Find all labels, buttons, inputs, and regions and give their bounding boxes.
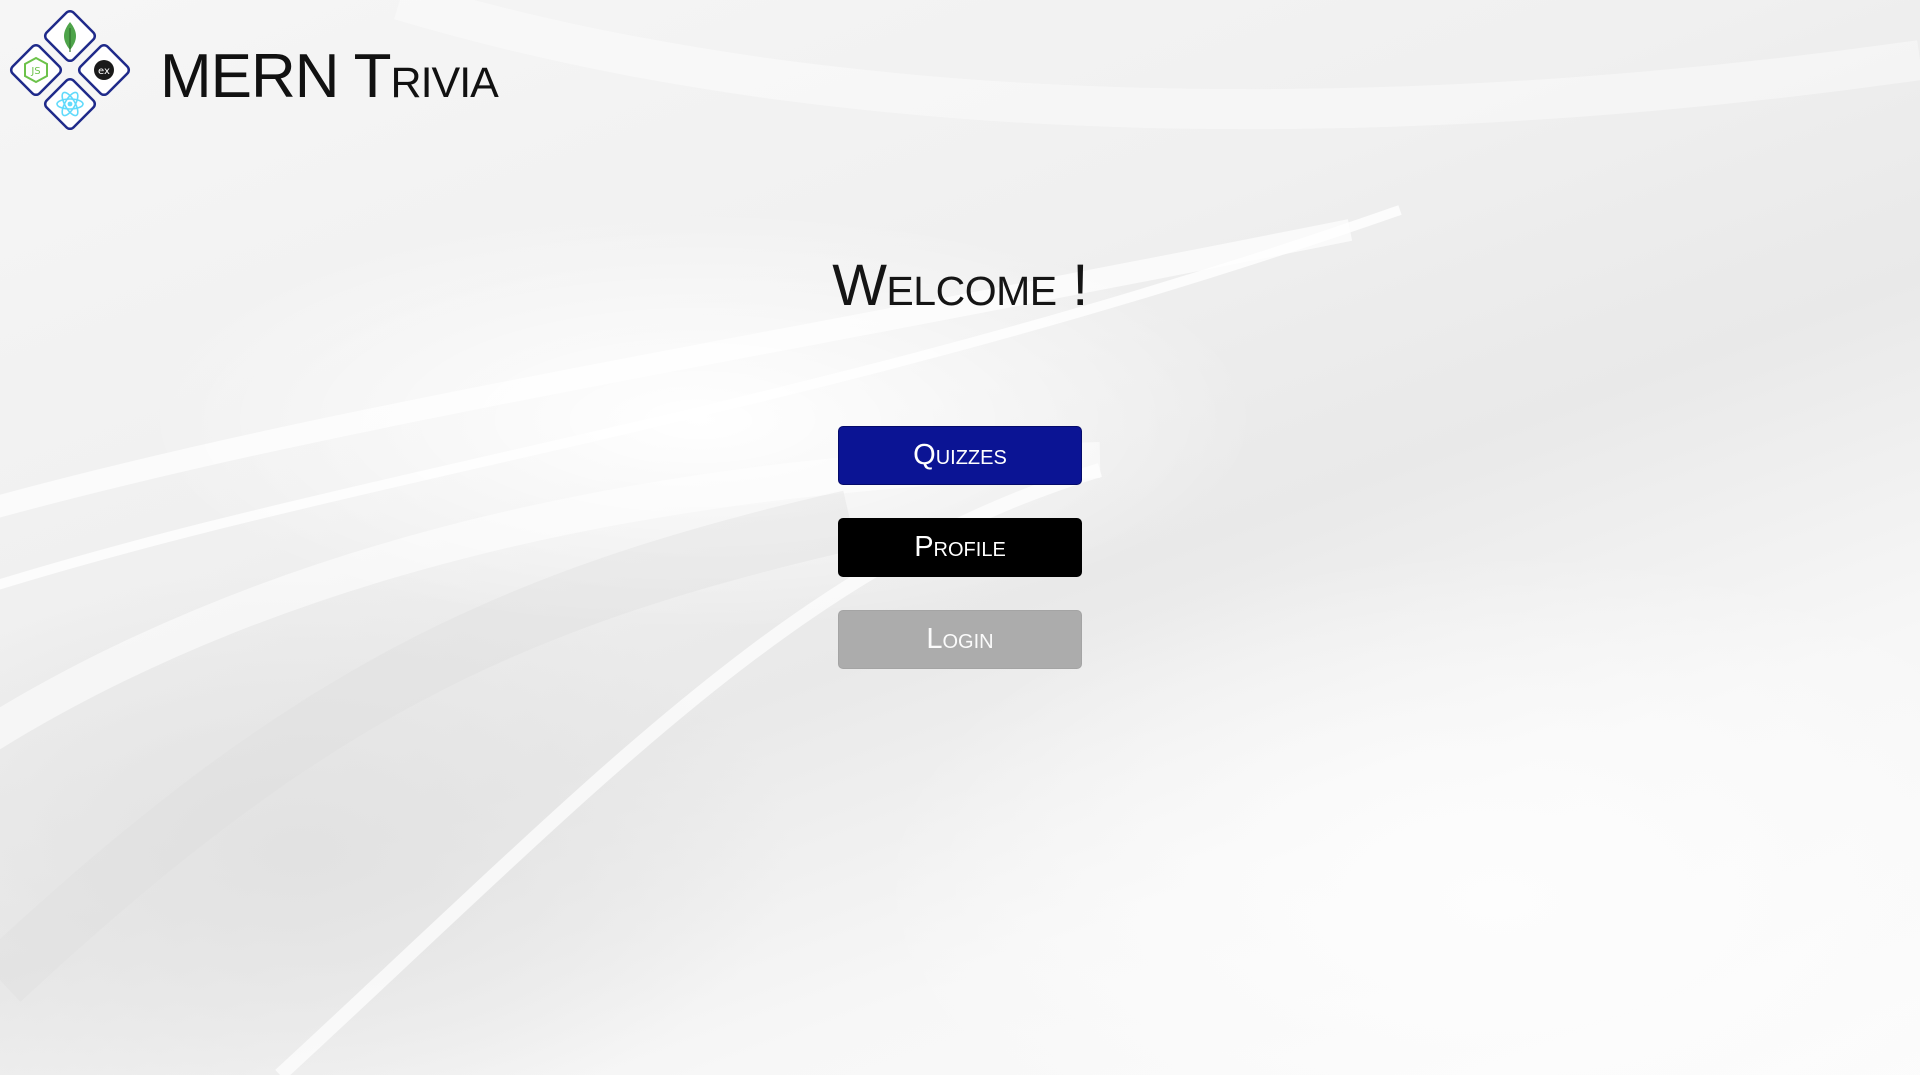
react-icon	[43, 77, 97, 131]
mongodb-leaf-icon	[43, 9, 97, 63]
nodejs-icon: JS	[9, 43, 63, 97]
express-icon: ex	[77, 43, 131, 97]
mern-logo: JS ex	[4, 8, 132, 136]
quizzes-button-label: Quizzes	[913, 439, 1007, 471]
quizzes-button[interactable]: Quizzes	[838, 426, 1082, 485]
app-title: MERN Trivia	[160, 41, 499, 111]
login-button[interactable]: Login	[838, 610, 1082, 669]
profile-button-label: Profile	[914, 531, 1006, 563]
login-button-label: Login	[926, 623, 994, 655]
main-menu: Quizzes Profile Login	[838, 426, 1082, 702]
svg-text:JS: JS	[30, 66, 40, 77]
welcome-heading: Welcome !	[832, 253, 1088, 318]
profile-button[interactable]: Profile	[838, 518, 1082, 577]
svg-text:ex: ex	[98, 66, 110, 77]
brand[interactable]: JS ex MERN Trivia	[4, 8, 499, 136]
